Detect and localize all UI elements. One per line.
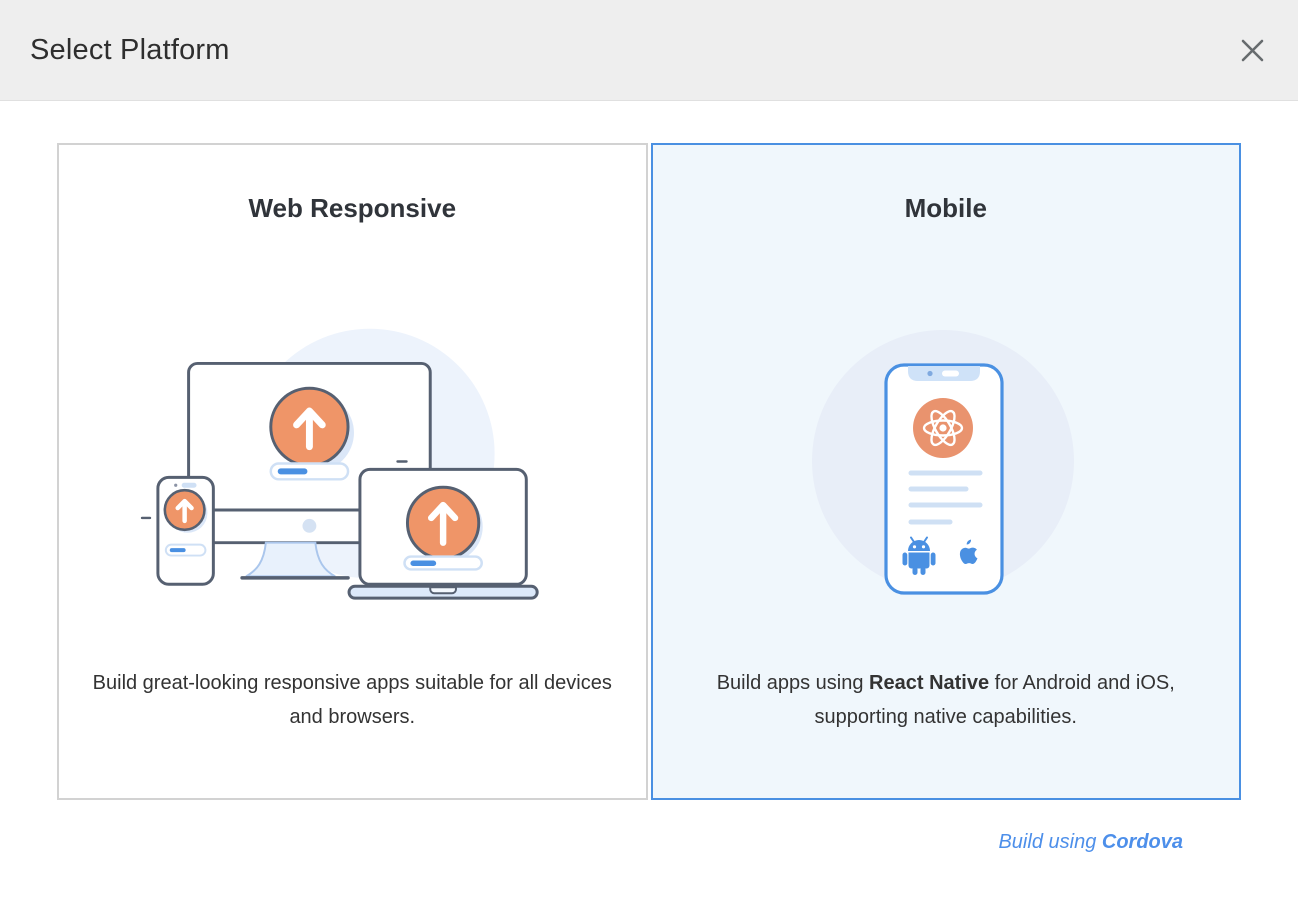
- react-logo-icon: [913, 398, 973, 458]
- laptop-icon: [349, 469, 537, 598]
- devices-illustration: [112, 307, 592, 614]
- page-title: Select Platform: [30, 34, 230, 67]
- dialog-header: Select Platform: [0, 0, 1298, 101]
- card-title-web: Web Responsive: [248, 193, 456, 224]
- mobile-phone-illustration: [796, 322, 1096, 614]
- footer: Build using Cordova: [57, 831, 1183, 854]
- link-bold: Cordova: [1102, 831, 1183, 853]
- desc-bold: React Native: [869, 672, 989, 694]
- desc-prefix: Build apps using: [717, 672, 869, 694]
- card-description-web: Build great-looking responsive apps suit…: [92, 666, 612, 734]
- progress-bar: [271, 463, 348, 479]
- platform-card-mobile[interactable]: Mobile: [651, 143, 1242, 800]
- platform-options: Web Responsive: [57, 143, 1241, 800]
- smartphone-icon: [158, 477, 213, 584]
- card-title-mobile: Mobile: [905, 193, 987, 224]
- link-prefix: Build using: [998, 831, 1101, 853]
- card-description-mobile: Build apps using React Native for Androi…: [693, 666, 1198, 734]
- close-icon: [1240, 38, 1265, 63]
- mobile-illustration: [796, 322, 1096, 614]
- web-illustration: [112, 307, 592, 614]
- platform-card-web-responsive[interactable]: Web Responsive: [57, 143, 648, 800]
- dialog-body: Web Responsive: [0, 101, 1298, 854]
- build-using-cordova-link[interactable]: Build using Cordova: [998, 831, 1183, 853]
- close-button[interactable]: [1234, 32, 1270, 68]
